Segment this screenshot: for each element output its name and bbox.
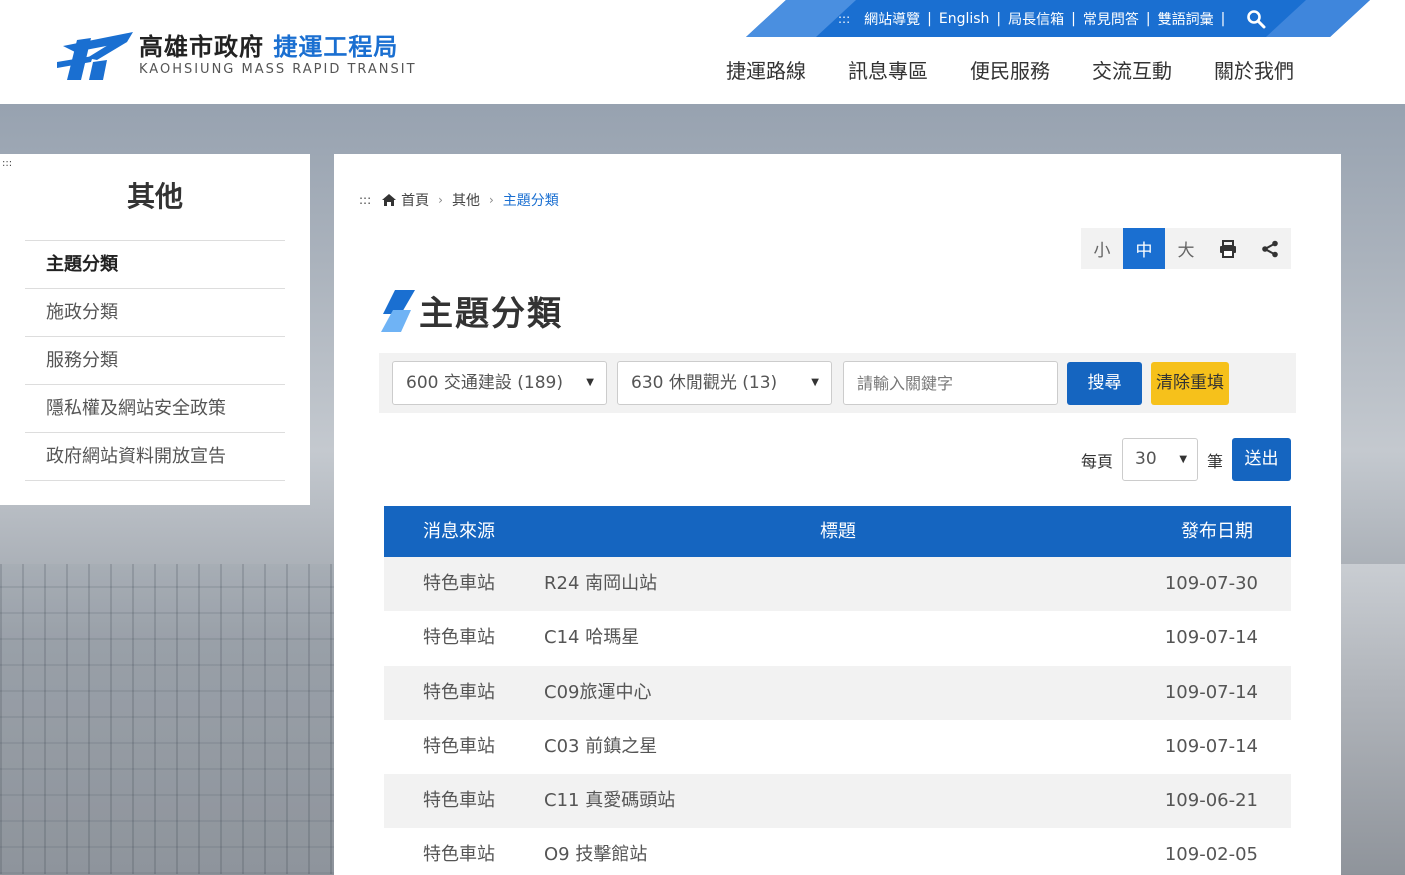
divider: | <box>1220 10 1226 27</box>
row-source: 特色車站 <box>423 735 495 757</box>
table-row[interactable]: 特色車站 O9 技擊館站 109-02-05 <box>384 828 1291 875</box>
dropdown-arrow-icon: ▼ <box>811 377 819 388</box>
font-medium-button[interactable]: 中 <box>1123 228 1165 269</box>
logo-title: 高雄市政府 捷運工程局 <box>139 33 399 61</box>
per-page-label: 每頁 <box>1081 451 1114 471</box>
row-source: 特色車站 <box>423 573 495 594</box>
top-link-faq[interactable]: 常見問答 <box>1083 9 1139 29</box>
nav-services[interactable]: 便民服務 <box>970 57 1050 85</box>
page-heading: 主題分類 <box>419 294 563 334</box>
breadcrumb-current[interactable]: 主題分類 <box>503 190 559 210</box>
sidebar-item-topic[interactable]: 主題分類 <box>25 241 285 289</box>
site-header: 高雄市政府 捷運工程局 KAOHSIUNG MASS RAPID TRANSIT… <box>0 0 1405 104</box>
nav-mrt-routes[interactable]: 捷運路線 <box>726 57 806 85</box>
table-row[interactable]: 特色車站 C03 前鎮之星 109-07-14 <box>384 719 1291 775</box>
subcategory-select[interactable]: 630 休閒觀光 (13) ▼ <box>617 361 832 405</box>
row-source: 特色車站 <box>423 627 495 649</box>
breadcrumb: ::: 首頁 › 其他 › 主題分類 <box>359 190 559 210</box>
kmrt-logo-icon <box>57 32 135 82</box>
top-link-director-mailbox[interactable]: 局長信箱 <box>1008 9 1064 29</box>
sidebar-item-service[interactable]: 服務分類 <box>25 337 285 385</box>
share-icon[interactable] <box>1249 228 1291 269</box>
page-tools: 小 中 大 <box>1081 228 1291 269</box>
nav-about[interactable]: 關於我們 <box>1214 57 1294 85</box>
header-source: 消息來源 <box>423 521 495 542</box>
clear-button[interactable]: 清除重填 <box>1151 362 1229 405</box>
accesskey-dots[interactable]: ::: <box>359 193 371 207</box>
sidebar-item-open-data[interactable]: 政府網站資料開放宣告 <box>25 433 285 481</box>
row-date: 109-02-05 <box>1164 844 1258 866</box>
search-icon[interactable] <box>1246 9 1266 29</box>
divider: | <box>1145 10 1151 27</box>
sidebar-item-privacy[interactable]: 隱私權及網站安全政策 <box>25 385 285 433</box>
main-nav: 捷運路線 訊息專區 便民服務 交流互動 關於我們 <box>726 57 1294 85</box>
site-logo[interactable]: 高雄市政府 捷運工程局 KAOHSIUNG MASS RAPID TRANSIT <box>57 32 417 82</box>
per-page-control: 每頁 30 ▼ 筆 送出 <box>1081 438 1292 481</box>
search-button[interactable]: 搜尋 <box>1067 362 1142 405</box>
row-date: 109-07-14 <box>1164 627 1258 649</box>
row-date: 109-07-30 <box>1164 573 1258 594</box>
header-title: 標題 <box>820 521 856 542</box>
per-page-select[interactable]: 30 ▼ <box>1122 438 1199 481</box>
home-icon <box>381 193 397 207</box>
submit-button[interactable]: 送出 <box>1232 438 1292 481</box>
dropdown-arrow-icon: ▼ <box>586 377 594 388</box>
divider: | <box>927 10 932 27</box>
results-table: 消息來源 標題 發布日期 特色車站 R24 南岡山站 109-07-30 特色車… <box>384 506 1291 875</box>
table-row[interactable]: 特色車站 C14 哈瑪星 109-07-14 <box>384 611 1291 666</box>
row-title-link[interactable]: C03 前鎮之星 <box>544 720 657 774</box>
divider: | <box>1071 10 1076 27</box>
chevron-right-icon: › <box>438 193 443 207</box>
top-link-sitemap[interactable]: 網站導覽 <box>864 9 920 29</box>
filter-bar: 600 交通建設 (189) ▼ 630 休閒觀光 (13) ▼ 搜尋 清除重填 <box>379 353 1296 413</box>
table-header: 消息來源 標題 發布日期 <box>384 506 1291 557</box>
nav-interaction[interactable]: 交流互動 <box>1092 57 1172 85</box>
row-title-link[interactable]: C11 真愛碼頭站 <box>544 774 675 828</box>
font-small-button[interactable]: 小 <box>1081 228 1123 269</box>
row-title-link[interactable]: O9 技擊館站 <box>544 828 647 875</box>
row-title-link[interactable]: C09旅運中心 <box>544 666 651 720</box>
keyword-input[interactable] <box>843 361 1058 405</box>
row-title-link[interactable]: R24 南岡山站 <box>544 557 657 611</box>
nav-news[interactable]: 訊息專區 <box>848 57 928 85</box>
utility-bar: ::: 網站導覽 | English | 局長信箱 | 常見問答 | 雙語詞彙 … <box>746 0 1370 37</box>
row-date: 109-07-14 <box>1164 735 1258 757</box>
accesskey-dots[interactable]: ::: <box>838 12 850 26</box>
sidebar-title: 其他 <box>126 180 183 213</box>
table-row[interactable]: 特色車站 C11 真愛碼頭站 109-06-21 <box>384 774 1291 829</box>
table-row[interactable]: 特色車站 C09旅運中心 109-07-14 <box>384 665 1291 720</box>
category-select[interactable]: 600 交通建設 (189) ▼ <box>392 361 607 405</box>
row-date: 109-07-14 <box>1164 681 1258 703</box>
per-page-unit: 筆 <box>1207 451 1224 471</box>
divider: | <box>996 10 1002 27</box>
accesskey-dots[interactable]: ::: <box>2 158 12 169</box>
background-building <box>0 564 340 874</box>
row-source: 特色車站 <box>423 681 495 703</box>
breadcrumb-level1[interactable]: 其他 <box>452 190 480 210</box>
breadcrumb-home[interactable]: 首頁 <box>401 190 429 210</box>
background-train <box>1340 564 1405 874</box>
row-date: 109-06-21 <box>1164 790 1258 812</box>
print-icon[interactable] <box>1207 228 1249 269</box>
row-source: 特色車站 <box>423 844 495 866</box>
row-title-link[interactable]: C14 哈瑪星 <box>544 611 639 665</box>
sidebar: ::: 其他 主題分類 施政分類 服務分類 隱私權及網站安全政策 政府網站資料開… <box>0 154 310 505</box>
page-title: 主題分類 <box>381 286 563 335</box>
dropdown-arrow-icon: ▼ <box>1179 454 1188 465</box>
top-link-english[interactable]: English <box>939 11 990 27</box>
sidebar-item-administration[interactable]: 施政分類 <box>25 289 285 337</box>
logo-subtitle: KAOHSIUNG MASS RAPID TRANSIT <box>139 62 417 77</box>
main-content: ::: 首頁 › 其他 › 主題分類 小 中 大 主題分類 600 交通建設 (… <box>334 154 1341 875</box>
chevron-right-icon: › <box>488 193 494 207</box>
font-large-button[interactable]: 大 <box>1165 228 1207 269</box>
title-slash-icon <box>381 289 415 332</box>
top-link-glossary[interactable]: 雙語詞彙 <box>1158 9 1214 29</box>
table-row[interactable]: 特色車站 R24 南岡山站 109-07-30 <box>384 557 1291 612</box>
header-date: 發布日期 <box>1181 521 1253 542</box>
row-source: 特色車站 <box>423 790 495 812</box>
